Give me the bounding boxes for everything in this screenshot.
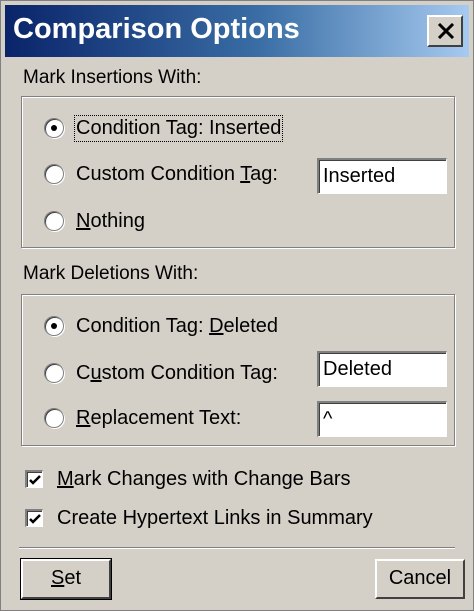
radio-button[interactable] [44,164,64,184]
radio-insert-condition-tag[interactable]: Condition Tag: Inserted [44,114,284,142]
radio-label: Condition Tag: Inserted [73,114,284,142]
checkbox-hypertext-links[interactable]: Create Hypertext Links in Summary [25,505,373,531]
radio-label: Custom Condition Tag: [76,162,278,185]
title-bar[interactable]: Comparison Options [5,5,469,57]
radio-delete-custom-tag[interactable]: Custom Condition Tag: [44,359,278,387]
delete-custom-tag-input[interactable]: Deleted [317,351,447,387]
radio-button-selected[interactable] [44,316,64,336]
radio-label: Nothing [76,209,145,232]
radio-label: Replacement Text: [76,406,242,429]
radio-button[interactable] [44,408,64,428]
radio-delete-condition-tag[interactable]: Condition Tag: Deleted [44,312,278,340]
checkbox-checked[interactable] [25,509,43,527]
insertions-section-label: Mark Insertions With: [23,67,202,88]
dialog-title: Comparison Options [13,13,300,45]
cancel-button[interactable]: Cancel [375,559,465,599]
checkbox-change-bars[interactable]: Mark Changes with Change Bars [25,466,351,492]
radio-button[interactable] [44,211,64,231]
radio-delete-replacement-text[interactable]: Replacement Text: [44,404,241,432]
radio-button-selected[interactable] [44,118,64,138]
deletions-section-label: Mark Deletions With: [23,263,199,284]
checkbox-label: Mark Changes with Change Bars [57,467,351,490]
checkbox-label: Create Hypertext Links in Summary [57,506,373,529]
close-button[interactable] [427,15,463,47]
separator [19,547,455,549]
radio-label: Custom Condition Tag: [76,361,278,384]
comparison-options-dialog: Comparison Options Mark Insertions With:… [0,0,474,611]
radio-insert-nothing[interactable]: Nothing [44,207,145,235]
close-x-icon [437,23,455,39]
checkmark-icon [29,475,41,485]
insert-custom-tag-input[interactable]: Inserted [317,158,447,194]
checkmark-icon [29,514,41,524]
radio-button[interactable] [44,363,64,383]
checkbox-checked[interactable] [25,470,43,488]
radio-label: Condition Tag: Deleted [76,314,279,337]
replacement-text-input[interactable]: ^ [317,401,447,437]
set-button[interactable]: Set [20,558,112,600]
radio-insert-custom-tag[interactable]: Custom Condition Tag: [44,160,278,188]
